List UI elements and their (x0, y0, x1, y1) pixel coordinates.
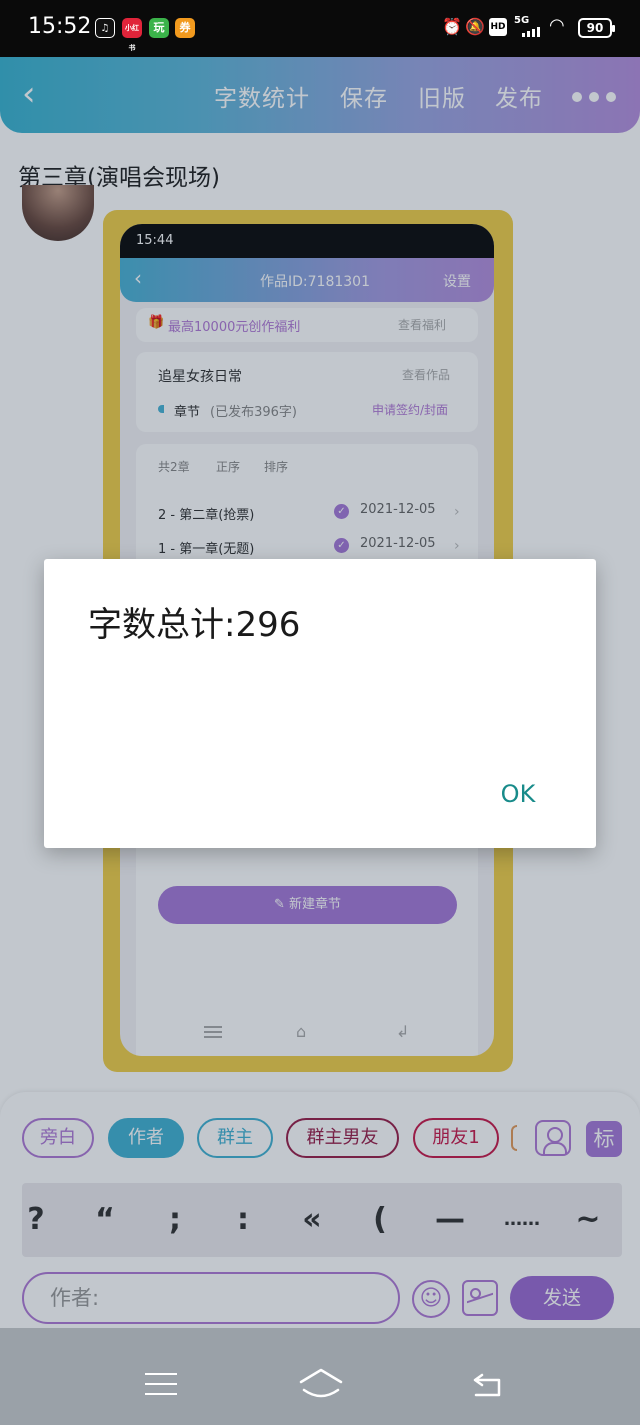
system-nav-bar (0, 1328, 640, 1425)
wifi-icon: ◠ (549, 15, 565, 36)
menu-icon[interactable] (145, 1373, 177, 1395)
xiaohongshu-icon: 小红书 (122, 18, 142, 52)
alarm-icon: ⏰ (442, 17, 462, 36)
battery-icon: 90 (578, 18, 615, 38)
home-icon[interactable] (298, 1366, 344, 1400)
dialog-message: 字数总计:296 (88, 605, 301, 645)
game-icon: 玩 (149, 18, 169, 38)
coupon-icon: 券 (175, 18, 195, 38)
music-icon: ♫ (95, 18, 115, 38)
hd-icon: HD (489, 18, 507, 36)
status-bar: 15:52 ♫ 小红书 玩 券 ⏰ 🔕 HD 5G ◠ 90 (0, 0, 640, 57)
mute-icon: 🔕 (465, 17, 485, 36)
back-nav-icon[interactable] (470, 1372, 504, 1398)
ok-button[interactable]: OK (480, 769, 556, 819)
word-count-dialog: 字数总计:296 OK (44, 559, 596, 848)
signal-5g-icon: 5G (514, 15, 530, 26)
status-time: 15:52 (28, 14, 92, 39)
signal-bars-icon (520, 27, 542, 37)
